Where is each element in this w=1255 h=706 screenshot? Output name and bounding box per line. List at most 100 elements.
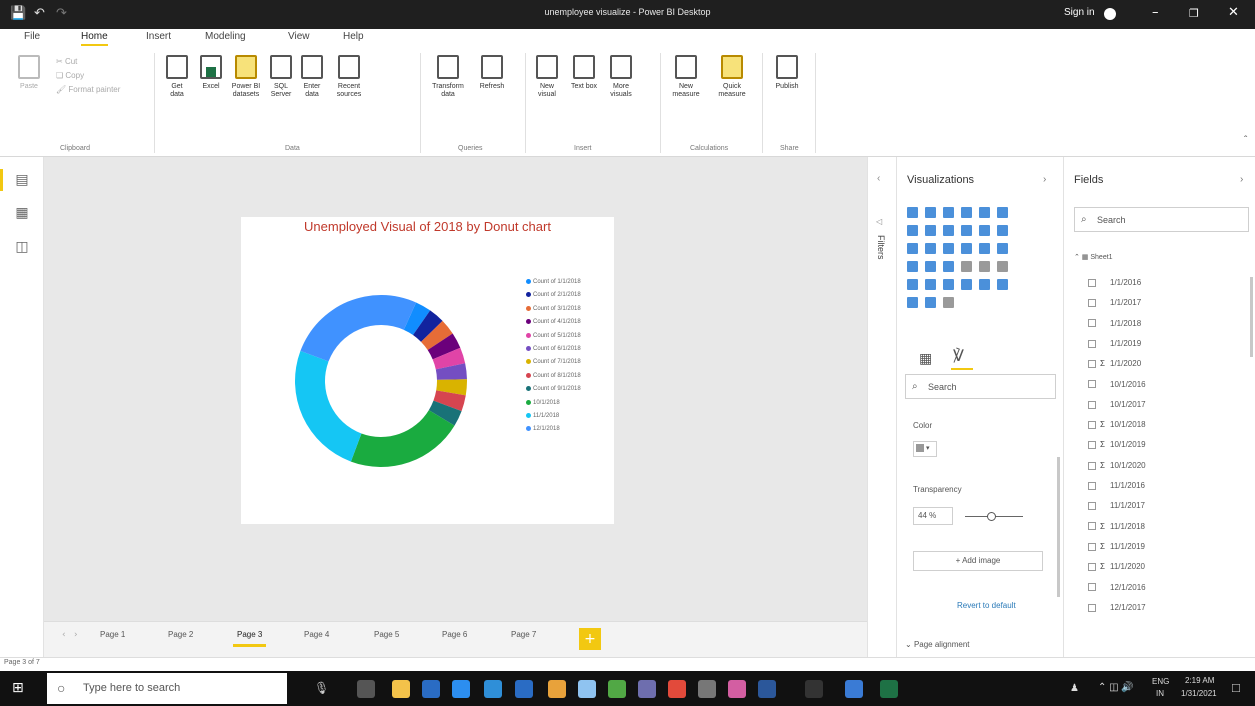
app-icon[interactable] xyxy=(728,680,746,698)
field-item[interactable]: 11/1/2017 xyxy=(1088,501,1145,510)
field-item[interactable]: Σ 11/1/2019 xyxy=(1088,542,1145,551)
paste-button[interactable]: Paste xyxy=(18,55,40,91)
visual-type-icon[interactable] xyxy=(997,261,1008,272)
field-item[interactable]: 1/1/2019 xyxy=(1088,339,1141,348)
field-item[interactable]: 12/1/2017 xyxy=(1088,603,1146,612)
tab-page-7[interactable]: Page 7 xyxy=(511,630,536,639)
format-paint-roller-icon[interactable]: ℣ xyxy=(953,346,964,366)
format-painter-button[interactable]: 🖌 Format painter xyxy=(56,85,120,94)
cut-button[interactable]: ✂ Cut xyxy=(56,57,77,66)
field-checkbox[interactable] xyxy=(1088,603,1096,612)
tab-file[interactable]: File xyxy=(24,31,40,42)
model-view-icon[interactable]: ◫ xyxy=(13,239,31,255)
legend-item[interactable]: Count of 2/1/2018 xyxy=(526,292,581,298)
sign-in-link[interactable]: Sign in xyxy=(1064,7,1095,18)
visual-type-icon[interactable] xyxy=(979,243,990,254)
language-indicator[interactable]: ENG xyxy=(1152,677,1169,686)
visual-type-icon[interactable] xyxy=(997,243,1008,254)
legend-item[interactable]: 10/1/2018 xyxy=(526,399,560,406)
app-icon[interactable] xyxy=(805,680,823,698)
tab-page-3[interactable]: Page 3 xyxy=(232,630,267,647)
tab-modeling[interactable]: Modeling xyxy=(205,31,246,42)
clock-time[interactable]: 2:19 AM xyxy=(1185,676,1214,685)
tab-page-6[interactable]: Page 6 xyxy=(442,630,467,639)
donut-slice[interactable] xyxy=(350,410,455,467)
transparency-slider-thumb[interactable] xyxy=(986,512,996,521)
report-view-icon[interactable]: ▤ xyxy=(13,172,31,188)
word-icon[interactable] xyxy=(758,680,776,698)
legend-item[interactable]: Count of 4/1/2018 xyxy=(526,319,581,325)
transform-data-button[interactable]: Transform data xyxy=(428,55,468,99)
more-visuals-button[interactable]: More visuals xyxy=(604,55,638,99)
visual-type-icon[interactable] xyxy=(907,207,918,218)
visual-type-icon[interactable] xyxy=(979,261,990,272)
field-checkbox[interactable] xyxy=(1088,360,1096,369)
tab-insert[interactable]: Insert xyxy=(146,31,171,42)
field-item[interactable]: 1/1/2018 xyxy=(1088,319,1141,328)
microphone-icon[interactable]: 🎙 xyxy=(314,681,329,695)
app-icon[interactable] xyxy=(698,680,716,698)
field-item[interactable]: Σ 1/1/2020 xyxy=(1088,359,1141,368)
transparency-input[interactable]: 44 % xyxy=(913,507,953,525)
visual-type-icon[interactable] xyxy=(907,225,918,236)
visual-type-icon[interactable] xyxy=(925,207,936,218)
visual-type-icon[interactable] xyxy=(961,261,972,272)
app-icon[interactable] xyxy=(668,680,686,698)
field-checkbox[interactable] xyxy=(1088,441,1096,450)
viz-scrollbar[interactable] xyxy=(1057,457,1060,597)
field-item[interactable]: 10/1/2017 xyxy=(1088,400,1146,409)
app-icon[interactable] xyxy=(845,680,863,698)
visual-type-icon[interactable] xyxy=(925,261,936,272)
visual-type-icon[interactable] xyxy=(907,279,918,290)
enter-data-button[interactable]: Enter data xyxy=(298,55,326,99)
field-checkbox[interactable] xyxy=(1088,339,1096,348)
field-checkbox[interactable] xyxy=(1088,319,1096,328)
color-picker-button[interactable]: ▾ xyxy=(913,441,937,457)
donut-slice[interactable] xyxy=(300,295,417,362)
visual-type-icon[interactable] xyxy=(943,297,954,308)
field-checkbox[interactable] xyxy=(1088,542,1096,551)
visual-type-icon[interactable] xyxy=(961,279,972,290)
visual-type-icon[interactable] xyxy=(979,207,990,218)
fields-search-input[interactable]: ⌕ Search xyxy=(1074,207,1249,232)
people-icon[interactable]: ♟ xyxy=(1070,683,1079,694)
viz-search-input[interactable]: ⌕ Search xyxy=(905,374,1056,399)
new-visual-button[interactable]: New visual xyxy=(533,55,561,99)
prev-page-icon[interactable]: ‹ xyxy=(62,630,66,640)
vscode-icon[interactable] xyxy=(484,680,502,698)
field-item[interactable]: 11/1/2016 xyxy=(1088,481,1145,490)
visual-type-icon[interactable] xyxy=(979,279,990,290)
legend-item[interactable]: 12/1/2018 xyxy=(526,426,560,432)
legend-item[interactable]: Count of 8/1/2018 xyxy=(526,372,581,379)
collapse-filters-icon[interactable]: ‹ xyxy=(877,173,880,184)
field-item[interactable]: Σ 10/1/2019 xyxy=(1088,440,1146,449)
tab-help[interactable]: Help xyxy=(343,31,364,42)
excel-button[interactable]: Excel xyxy=(198,55,224,91)
visual-type-icon[interactable] xyxy=(943,279,954,290)
field-checkbox[interactable] xyxy=(1088,400,1096,409)
tab-page-5[interactable]: Page 5 xyxy=(374,630,399,639)
recent-sources-button[interactable]: Recent sources xyxy=(332,55,366,99)
get-data-button[interactable]: Get data xyxy=(164,55,190,99)
field-item[interactable]: Σ 10/1/2018 xyxy=(1088,420,1146,429)
field-checkbox[interactable] xyxy=(1088,380,1096,389)
app-icon[interactable] xyxy=(578,680,596,698)
visual-type-icon[interactable] xyxy=(943,261,954,272)
quick-measure-button[interactable]: Quick measure xyxy=(712,55,752,99)
field-checkbox[interactable] xyxy=(1088,563,1096,572)
app-icon[interactable] xyxy=(515,680,533,698)
visual-type-icon[interactable] xyxy=(907,243,918,254)
tab-page-1[interactable]: Page 1 xyxy=(100,630,125,639)
tab-home[interactable]: Home xyxy=(81,31,108,46)
restore-icon[interactable]: ❐ xyxy=(1189,7,1199,20)
visual-type-icon[interactable] xyxy=(925,297,936,308)
user-avatar-icon[interactable] xyxy=(1104,8,1116,20)
field-checkbox[interactable] xyxy=(1088,420,1096,429)
field-item[interactable]: 10/1/2016 xyxy=(1088,380,1146,389)
field-item[interactable]: Σ 11/1/2020 xyxy=(1088,562,1145,571)
settings-icon[interactable] xyxy=(422,680,440,698)
close-icon[interactable]: ✕ xyxy=(1228,5,1239,20)
revert-to-default-link[interactable]: Revert to default xyxy=(957,601,1016,610)
text-box-button[interactable]: Text box xyxy=(570,55,598,91)
power-bi-datasets-button[interactable]: Power BI datasets xyxy=(228,55,264,99)
